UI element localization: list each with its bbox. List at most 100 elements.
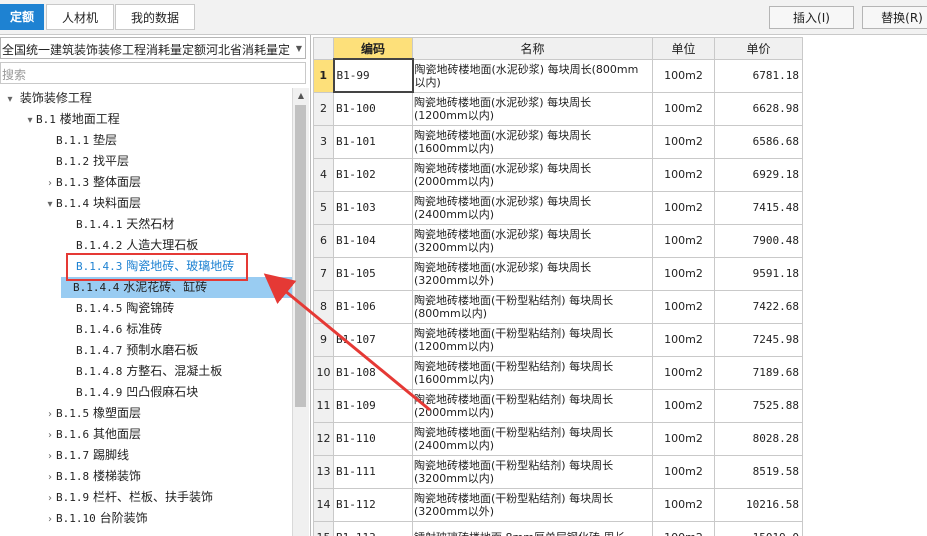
quota-code-cell[interactable]: B1-106: [333, 289, 413, 324]
quota-price-cell[interactable]: 7422.68: [714, 289, 803, 324]
quota-price-cell[interactable]: 6586.68: [714, 124, 803, 159]
tree-node[interactable]: B.1.2 找平层: [44, 151, 129, 172]
expand-down-icon[interactable]: ▾: [44, 194, 56, 215]
expand-right-icon[interactable]: ›: [44, 467, 56, 488]
table-row[interactable]: 1 B1-99 陶瓷地砖楼地面(水泥砂浆) 每块周长(800mm 以内) 100m2 67…: [313, 58, 803, 93]
quota-unit-cell[interactable]: 100m2: [652, 190, 715, 225]
quota-code-cell[interactable]: B1-102: [333, 157, 413, 192]
insert-button[interactable]: 插入(I): [769, 6, 854, 29]
col-header-price[interactable]: 单价: [714, 37, 803, 60]
table-row[interactable]: 4 B1-102 陶瓷地砖楼地面(水泥砂浆) 每块周长 (2000mm以内) 100m2…: [313, 157, 803, 192]
quota-price-cell[interactable]: 7525.88: [714, 388, 803, 423]
table-row[interactable]: 11 B1-109 陶瓷地砖楼地面(干粉型粘结剂) 每块周长 (2000mm以内) 10…: [313, 388, 803, 423]
quota-price-cell[interactable]: 7245.98: [714, 322, 803, 357]
table-row[interactable]: 2 B1-100 陶瓷地砖楼地面(水泥砂浆) 每块周长 (1200mm以内) 100m2…: [313, 91, 803, 126]
quota-price-cell[interactable]: 7900.48: [714, 223, 803, 258]
tree-node[interactable]: › B.1.6 其他面层: [44, 424, 141, 445]
quota-unit-cell[interactable]: 100m2: [652, 124, 715, 159]
quota-unit-cell[interactable]: 100m2: [652, 289, 715, 324]
scroll-up-icon[interactable]: ▲: [293, 89, 309, 103]
expand-down-icon[interactable]: ▾: [4, 89, 16, 110]
expand-down-icon[interactable]: ▾: [24, 110, 36, 131]
quota-unit-cell[interactable]: 100m2: [652, 454, 715, 489]
quota-code-cell[interactable]: B1-105: [333, 256, 413, 291]
table-row[interactable]: 9 B1-107 陶瓷地砖楼地面(干粉型粘结剂) 每块周长 (1200mm以内) 100…: [313, 322, 803, 357]
quota-name-cell[interactable]: 陶瓷地砖楼地面(干粉型粘结剂) 每块周长 (3200mm以外): [412, 487, 653, 522]
table-row[interactable]: 15B1-113镭射玻璃砖楼地面 8mm厚单层钢化砖 周长100m215019.…: [313, 520, 803, 536]
col-header-code[interactable]: 编码: [333, 37, 413, 60]
quota-code-cell[interactable]: B1-112: [333, 487, 413, 522]
table-row[interactable]: 13 B1-111 陶瓷地砖楼地面(干粉型粘结剂) 每块周长 (3200mm以内) 10…: [313, 454, 803, 489]
tree-node[interactable]: B.1.4.6 标准砖: [64, 319, 162, 340]
expand-right-icon[interactable]: ›: [44, 488, 56, 509]
quota-name-cell[interactable]: 镭射玻璃砖楼地面 8mm厚单层钢化砖 周长: [412, 520, 653, 536]
quota-unit-cell[interactable]: 100m2: [652, 421, 715, 456]
tab-quota[interactable]: 定额: [0, 4, 44, 30]
tree-node[interactable]: › B.1.7 踢脚线: [44, 445, 129, 466]
replace-button[interactable]: 替换(R): [862, 6, 927, 29]
quota-code-cell[interactable]: B1-113: [333, 520, 413, 536]
table-row[interactable]: 6 B1-104 陶瓷地砖楼地面(水泥砂浆) 每块周长 (3200mm以内) 100m2…: [313, 223, 803, 258]
quota-price-cell[interactable]: 9591.18: [714, 256, 803, 291]
quota-name-cell[interactable]: 陶瓷地砖楼地面(水泥砂浆) 每块周长 (3200mm以外): [412, 256, 653, 291]
quota-code-cell[interactable]: B1-100: [333, 91, 413, 126]
quota-price-cell[interactable]: 8519.58: [714, 454, 803, 489]
quota-name-cell[interactable]: 陶瓷地砖楼地面(干粉型粘结剂) 每块周长 (2400mm以内): [412, 421, 653, 456]
col-header-name[interactable]: 名称: [412, 37, 653, 60]
tree-node[interactable]: › B.1.8 楼梯装饰: [44, 466, 141, 487]
tree-node[interactable]: B.1.4.7 预制水磨石板: [64, 340, 198, 361]
expand-right-icon[interactable]: ›: [44, 404, 56, 425]
quota-code-cell[interactable]: B1-101: [333, 124, 413, 159]
quota-name-cell[interactable]: 陶瓷地砖楼地面(干粉型粘结剂) 每块周长 (1200mm以内): [412, 322, 653, 357]
tree-node[interactable]: › B.1.5 橡塑面层: [44, 403, 141, 424]
quota-unit-cell[interactable]: 100m2: [652, 256, 715, 291]
table-row[interactable]: 3 B1-101 陶瓷地砖楼地面(水泥砂浆) 每块周长 (1600mm以内) 100m2…: [313, 124, 803, 159]
tree-node[interactable]: B.1.1 垫层: [44, 130, 117, 151]
expand-right-icon[interactable]: ›: [44, 509, 56, 530]
tree-scrollbar[interactable]: ▲: [292, 88, 309, 536]
quota-unit-cell[interactable]: 100m2: [652, 520, 715, 536]
tree-node[interactable]: › B.1.9 栏杆、栏板、扶手装饰: [44, 487, 213, 508]
quota-name-cell[interactable]: 陶瓷地砖楼地面(水泥砂浆) 每块周长 (2000mm以内): [412, 157, 653, 192]
quota-unit-cell[interactable]: 100m2: [652, 355, 715, 390]
tree-node[interactable]: B.1.4.5 陶瓷锦砖: [64, 298, 174, 319]
table-row[interactable]: 10 B1-108 陶瓷地砖楼地面(干粉型粘结剂) 每块周长 (1600mm以内) 10…: [313, 355, 803, 390]
tree-node[interactable]: › B.1.10 台阶装饰: [44, 508, 148, 529]
col-header-unit[interactable]: 单位: [652, 37, 715, 60]
chevron-down-icon[interactable]: ▼: [296, 44, 302, 53]
search-input[interactable]: 搜索: [0, 62, 306, 84]
quota-name-cell[interactable]: 陶瓷地砖楼地面(水泥砂浆) 每块周长 (3200mm以内): [412, 223, 653, 258]
expand-right-icon[interactable]: ›: [44, 446, 56, 467]
tree-node[interactable]: › B.1.3 整体面层: [44, 172, 141, 193]
quota-name-cell[interactable]: 陶瓷地砖楼地面(干粉型粘结剂) 每块周长 (800mm以内): [412, 289, 653, 324]
tree-node[interactable]: ▾ 装饰装修工程: [4, 88, 91, 110]
quota-code-cell[interactable]: B1-110: [333, 421, 413, 456]
quota-price-cell[interactable]: 8028.28: [714, 421, 803, 456]
quota-unit-cell[interactable]: 100m2: [652, 487, 715, 522]
tab-labor-material-machine[interactable]: 人材机: [46, 4, 114, 30]
quota-price-cell[interactable]: 6929.18: [714, 157, 803, 192]
tree-node[interactable]: ▾ B.1.4 块料面层: [44, 193, 140, 215]
quota-price-cell[interactable]: 15019.0: [714, 520, 803, 536]
table-row[interactable]: 12 B1-110 陶瓷地砖楼地面(干粉型粘结剂) 每块周长 (2400mm以内) 10…: [313, 421, 803, 456]
quota-unit-cell[interactable]: 100m2: [652, 58, 715, 93]
tree-node[interactable]: B.1.4.1 天然石材: [64, 214, 174, 235]
table-row[interactable]: 14 B1-112 陶瓷地砖楼地面(干粉型粘结剂) 每块周长 (3200mm以外) 10…: [313, 487, 803, 522]
quota-price-cell[interactable]: 10216.58: [714, 487, 803, 522]
quota-code-cell[interactable]: B1-104: [333, 223, 413, 258]
quota-name-cell[interactable]: 陶瓷地砖楼地面(干粉型粘结剂) 每块周长 (2000mm以内): [412, 388, 653, 423]
quota-unit-cell[interactable]: 100m2: [652, 388, 715, 423]
quota-name-cell[interactable]: 陶瓷地砖楼地面(水泥砂浆) 每块周长 (2400mm以内): [412, 190, 653, 225]
expand-right-icon[interactable]: ›: [44, 425, 56, 446]
scroll-thumb[interactable]: [295, 105, 306, 407]
quota-code-cell[interactable]: B1-99: [332, 58, 414, 93]
table-row[interactable]: 8 B1-106 陶瓷地砖楼地面(干粉型粘结剂) 每块周长 (800mm以内) 100m…: [313, 289, 803, 324]
quota-name-cell[interactable]: 陶瓷地砖楼地面(干粉型粘结剂) 每块周长 (1600mm以内): [412, 355, 653, 390]
table-row[interactable]: 5 B1-103 陶瓷地砖楼地面(水泥砂浆) 每块周长 (2400mm以内) 100m2…: [313, 190, 803, 225]
quota-unit-cell[interactable]: 100m2: [652, 223, 715, 258]
quota-name-cell[interactable]: 陶瓷地砖楼地面(水泥砂浆) 每块周长 (1600mm以内): [412, 124, 653, 159]
quota-name-cell[interactable]: 陶瓷地砖楼地面(水泥砂浆) 每块周长 (1200mm以内): [412, 91, 653, 126]
tree-node[interactable]: B.1.4.9 凹凸假麻石块: [64, 382, 198, 403]
quota-unit-cell[interactable]: 100m2: [652, 157, 715, 192]
quota-code-cell[interactable]: B1-107: [333, 322, 413, 357]
